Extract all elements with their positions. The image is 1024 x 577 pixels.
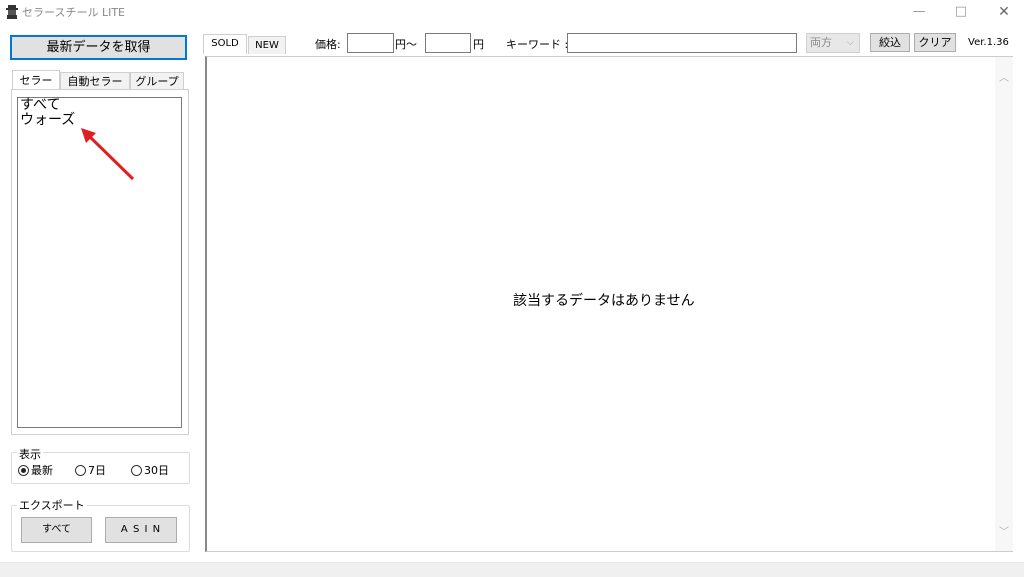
clear-button[interactable]: クリア: [914, 33, 956, 52]
tab-new[interactable]: NEW: [248, 36, 286, 54]
list-item[interactable]: すべて: [18, 98, 181, 113]
tab-group[interactable]: グループ: [130, 72, 184, 90]
radio-30days[interactable]: 30日: [131, 462, 169, 478]
radio-label: 7日: [88, 464, 106, 477]
scroll-up-icon[interactable]: ︿: [999, 69, 1009, 84]
yen-from-label: 円〜: [395, 38, 417, 51]
export-all-button[interactable]: すべて: [21, 517, 92, 543]
price-label: 価格:: [315, 38, 341, 51]
radio-label: 最新: [31, 464, 53, 477]
chevron-down-icon: ⌵: [847, 38, 854, 48]
tab-sold[interactable]: SOLD: [203, 34, 247, 54]
window-title: セラースチール LITE: [22, 6, 125, 19]
yen-label: 円: [473, 38, 484, 51]
keyword-label: キーワード :: [506, 38, 569, 51]
filter-button[interactable]: 絞込: [870, 33, 910, 52]
keyword-input[interactable]: [567, 33, 797, 53]
export-asin-button[interactable]: A S I N: [105, 517, 177, 543]
display-group-label: 表示: [17, 446, 43, 462]
export-group-label: エクスポート: [17, 497, 87, 513]
mode-select[interactable]: 両方 ⌵: [806, 33, 860, 53]
annotation-arrow-icon: [81, 128, 135, 181]
version-label: Ver.1.36: [968, 37, 1009, 48]
empty-message: 該当するデータはありません: [513, 293, 695, 309]
close-button[interactable]: ✕: [990, 2, 1018, 22]
radio-unchecked-icon: [131, 464, 142, 476]
tab-auto-seller[interactable]: 自動セラー: [60, 72, 130, 90]
app-logo-icon: [5, 5, 19, 19]
price-max-input[interactable]: [425, 33, 471, 53]
status-bar: [0, 562, 1024, 577]
minimize-button[interactable]: —: [905, 2, 933, 22]
radio-latest[interactable]: 最新: [18, 462, 53, 478]
data-grid[interactable]: ︿ ﹀ 該当するデータはありません: [205, 56, 1013, 552]
fetch-latest-data-button[interactable]: 最新データを取得: [10, 35, 187, 60]
vertical-scrollbar[interactable]: ︿ ﹀: [995, 57, 1013, 551]
maximize-button[interactable]: □: [947, 2, 975, 22]
radio-7days[interactable]: 7日: [75, 462, 106, 478]
radio-checked-icon: [18, 464, 29, 476]
title-bar: セラースチール LITE — □ ✕: [0, 0, 1024, 28]
radio-label: 30日: [144, 464, 169, 477]
scroll-down-icon[interactable]: ﹀: [999, 523, 1009, 538]
radio-unchecked-icon: [75, 464, 86, 476]
mode-select-value: 両方: [810, 36, 832, 49]
tab-seller[interactable]: セラー: [12, 70, 60, 90]
price-min-input[interactable]: [347, 33, 394, 53]
